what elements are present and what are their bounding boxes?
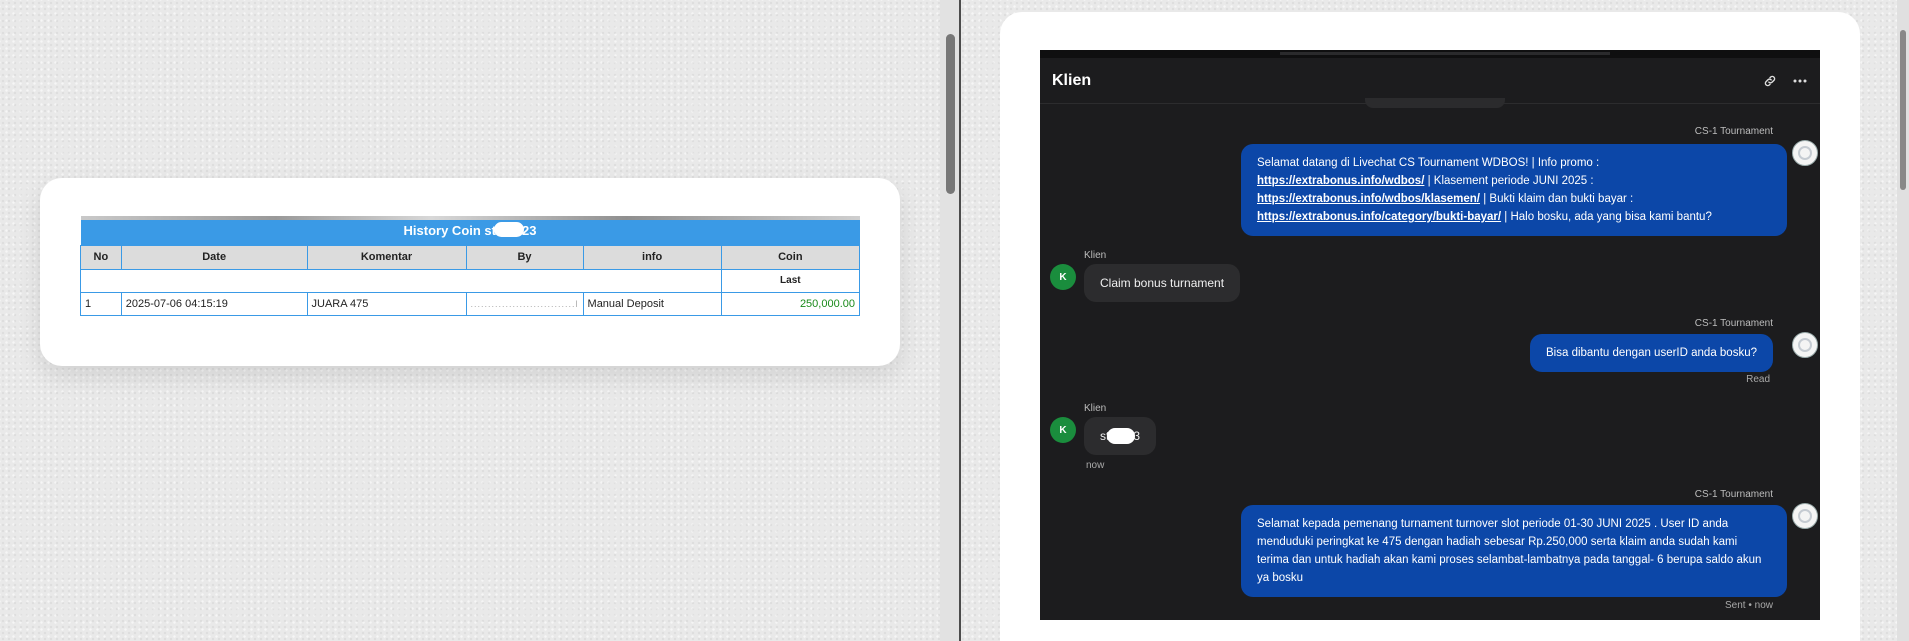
redaction-mark [1107, 428, 1136, 444]
chat-card: Klien CS-1 Tournament Selamat datang di … [1000, 12, 1860, 641]
client-avatar: K [1050, 417, 1076, 443]
client-avatar: K [1050, 264, 1076, 290]
message-text: Claim bonus turnament [1100, 276, 1225, 290]
message-text: | Klasement periode JUNI 2025 : [1424, 175, 1594, 187]
message-text: Selamat kepada pemenang turnament turnov… [1257, 518, 1762, 584]
cell-komentar: JUARA 475 [306, 291, 467, 316]
col-komentar: Komentar [306, 244, 467, 270]
pane-divider [959, 0, 961, 641]
client-message-bubble: st 3 [1084, 417, 1157, 455]
agent-avatar [1792, 332, 1818, 358]
table-title-prefix: History Coin st [403, 223, 496, 239]
scrolled-message-hint [1365, 98, 1505, 108]
col-by: By [465, 244, 584, 270]
history-card: History Coin st 23 No Date Komentar By in… [40, 178, 900, 366]
chat-title: Klien [1052, 71, 1092, 89]
client-sender-label: Klien [1084, 250, 1107, 261]
bukti-bayar-link[interactable]: https://extrabonus.info/category/bukti-b… [1257, 211, 1501, 223]
chat-top-strip [1040, 50, 1820, 58]
cell-coin: 250,000.00 [720, 291, 861, 316]
link-icon[interactable] [1762, 73, 1778, 89]
client-sender-label: Klien [1084, 403, 1107, 414]
col-info: info [582, 244, 722, 270]
table-row: 1 2025-07-06 04:15:19 JUARA 475 ........… [80, 291, 861, 316]
cell-by: ..............................l [465, 291, 584, 316]
col-date: Date [120, 244, 308, 270]
col-coin: Coin [720, 244, 861, 270]
sub-header-blank [80, 268, 722, 293]
agent-avatar [1792, 140, 1818, 166]
message-text: | Halo bosku, ada yang bisa kami bantu? [1501, 211, 1712, 223]
agent-avatar [1792, 503, 1818, 529]
redaction-mark [494, 222, 524, 238]
message-timestamp: now [1086, 460, 1105, 471]
message-sent-status: Sent • now [1725, 600, 1773, 611]
message-text: 3 [1133, 429, 1141, 443]
cell-no: 1 [80, 291, 122, 316]
left-pane: History Coin st 23 No Date Komentar By in… [0, 0, 940, 641]
agent-message-bubble: Bisa dibantu dengan userID anda bosku? [1530, 334, 1773, 372]
agent-message-bubble: Selamat datang di Livechat CS Tournament… [1241, 144, 1787, 236]
agent-sender-label: CS-1 Tournament [1694, 489, 1773, 500]
message-text: | Bukti klaim dan bukti bayar : [1480, 193, 1634, 205]
sub-header-row: Last [80, 268, 861, 293]
cell-info: Manual Deposit [582, 291, 722, 316]
cell-date: 2025-07-06 04:15:19 [120, 291, 308, 316]
klasemen-link[interactable]: https://extrabonus.info/wdbos/klasemen/ [1257, 193, 1480, 205]
right-scrollbar-thumb[interactable] [1900, 30, 1906, 190]
client-message-bubble: Claim bonus turnament [1084, 264, 1241, 302]
chat-window: Klien CS-1 Tournament Selamat datang di … [1040, 50, 1820, 620]
more-options-icon[interactable] [1792, 73, 1808, 89]
agent-message-bubble: Selamat kepada pemenang turnament turnov… [1241, 505, 1787, 597]
col-no: No [80, 244, 122, 270]
table-title-suffix: 23 [522, 223, 537, 239]
right-scrollbar[interactable] [1897, 0, 1909, 641]
agent-sender-label: CS-1 Tournament [1694, 318, 1773, 329]
history-coin-table: History Coin st 23 No Date Komentar By in… [80, 216, 861, 316]
message-read-status: Read [1746, 374, 1770, 385]
promo-link[interactable]: https://extrabonus.info/wdbos/ [1257, 175, 1424, 187]
left-scrollbar-thumb[interactable] [946, 34, 955, 194]
header-actions [1762, 73, 1808, 89]
message-text: Selamat datang di Livechat CS Tournament… [1257, 157, 1600, 169]
agent-sender-label: CS-1 Tournament [1694, 126, 1773, 137]
table-title: History Coin st 23 [80, 216, 860, 245]
sub-header-last: Last [720, 268, 861, 293]
message-text: Bisa dibantu dengan userID anda bosku? [1546, 347, 1757, 359]
left-scrollbar[interactable] [940, 0, 960, 641]
